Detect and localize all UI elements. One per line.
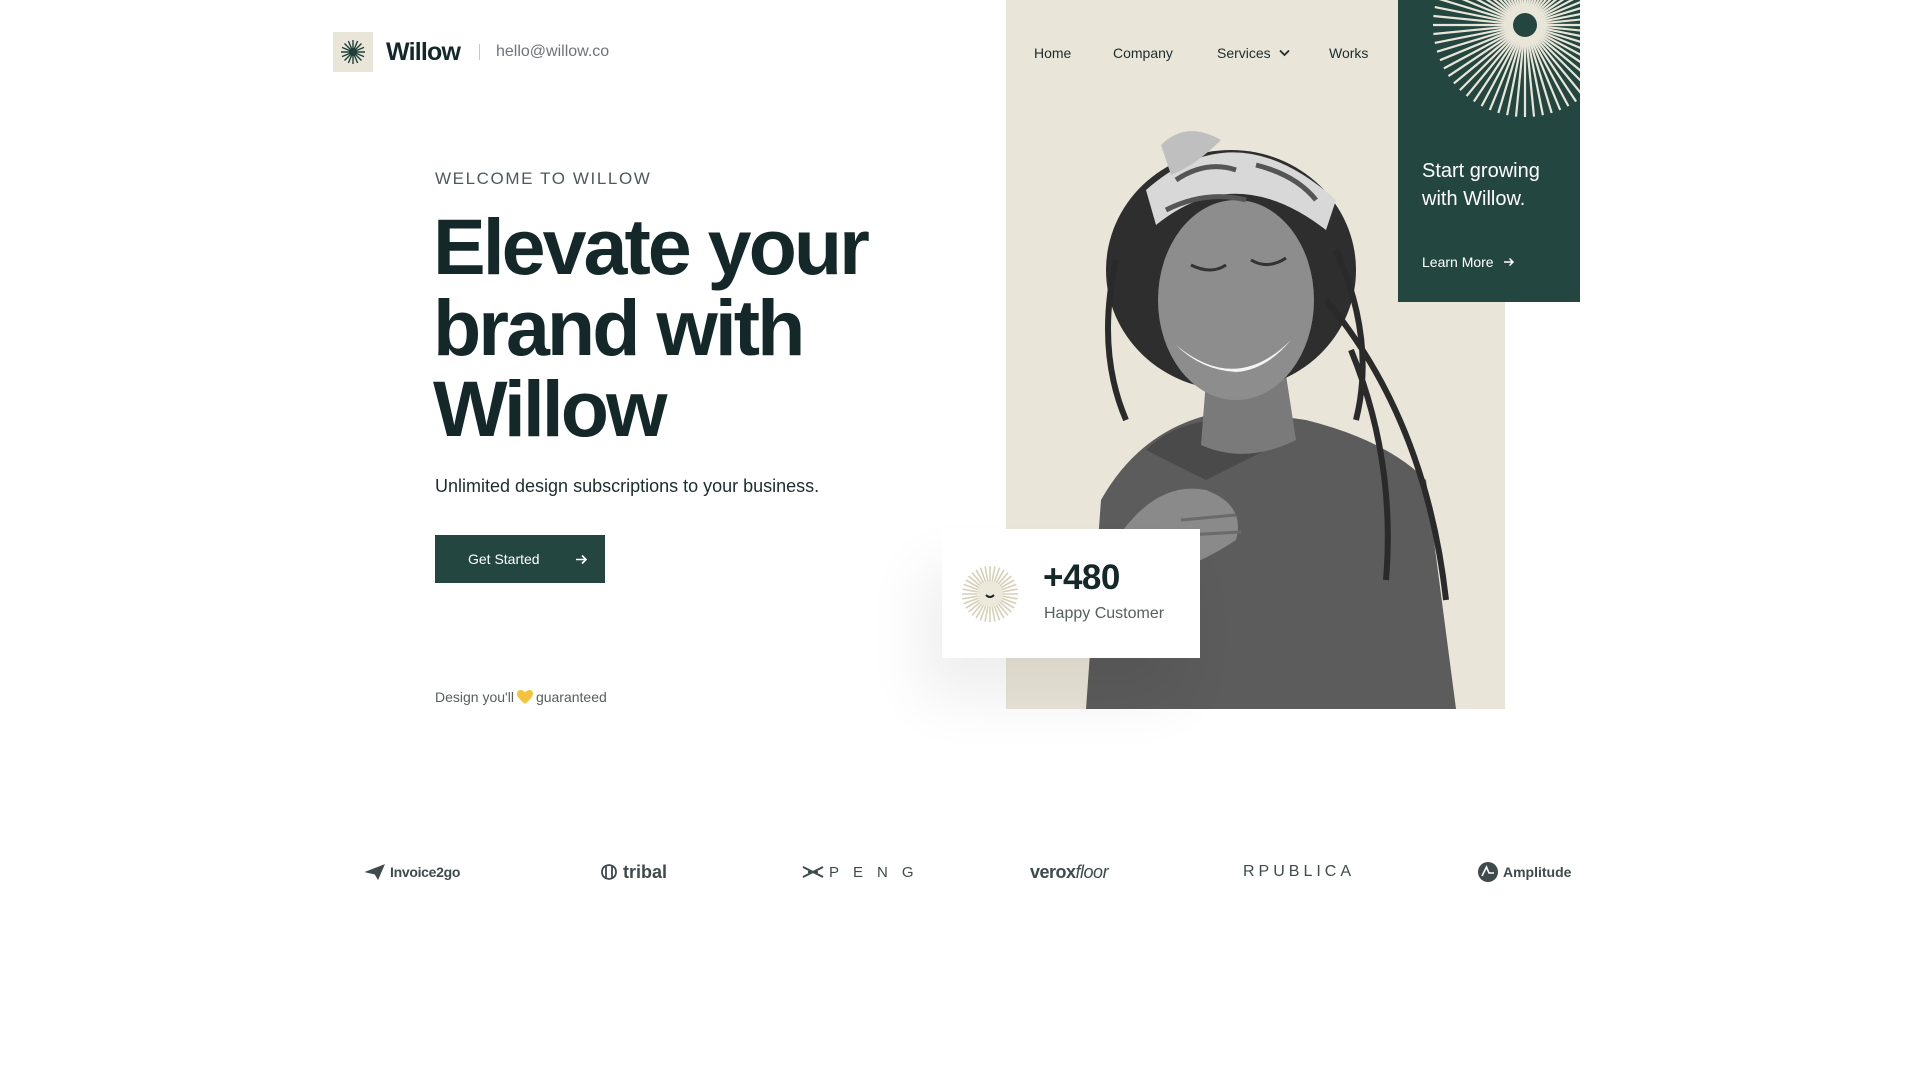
nav-company[interactable]: Company <box>1113 45 1173 61</box>
paper-plane-icon <box>365 864 385 880</box>
nav-home[interactable]: Home <box>1034 45 1071 61</box>
guarantee-text-end: guaranteed <box>535 689 607 705</box>
learn-more-label: Learn More <box>1422 254 1494 270</box>
chevron-down-icon <box>1279 49 1290 57</box>
promo-title: Start growing with Willow. <box>1422 160 1540 210</box>
promo-card: Start growing with Willow. Learn More <box>1398 0 1580 302</box>
nav-services[interactable]: Services <box>1217 45 1290 61</box>
logo-rpublica: RPUBLICA <box>1243 860 1355 884</box>
happy-customer-card: +480 Happy Customer <box>942 529 1200 658</box>
hero-headline: Elevate your brand with Willow <box>433 202 870 453</box>
stat-value: +480 <box>1043 558 1120 597</box>
peng-icon <box>802 866 824 878</box>
hero-eyebrow: WELCOME TO WILLOW <box>435 169 652 188</box>
learn-more-link[interactable]: Learn More <box>1422 254 1515 270</box>
sunburst-icon <box>341 40 365 64</box>
stat-label: Happy Customer <box>1044 605 1165 622</box>
logo-amplitude-text: Amplitude <box>1503 864 1572 880</box>
heart-icon <box>516 690 533 704</box>
logo-tribal: tribal <box>600 860 667 884</box>
logo-peng-text: PENG <box>829 863 928 881</box>
sunburst-icon <box>1433 0 1580 117</box>
nav-services-label: Services <box>1217 45 1271 61</box>
arrow-right-icon <box>576 554 588 564</box>
guarantee-note: Design you'll guaranteed <box>435 689 607 705</box>
logo-tribal-text: tribal <box>623 861 668 882</box>
brand-name[interactable]: Willow <box>386 38 461 67</box>
logo-floor-text: floor <box>1075 861 1109 882</box>
guarantee-text-start: Design you'll <box>435 689 514 705</box>
hero-subtext: Unlimited design subscriptions to your b… <box>435 476 820 496</box>
logo-rpublica-text: RPUBLICA <box>1243 863 1356 880</box>
get-started-label: Get Started <box>468 551 540 567</box>
smile-sun-icon <box>962 566 1018 622</box>
logo-mark[interactable] <box>333 32 373 72</box>
get-started-button[interactable]: Get Started <box>435 535 605 583</box>
tribal-icon <box>601 864 617 880</box>
logo-amplitude: Amplitude <box>1478 860 1571 884</box>
logo-invoice2go-text: Invoice2go <box>390 864 461 880</box>
logo-peng: PENG <box>802 860 928 884</box>
logo-verox-text: verox <box>1030 861 1076 882</box>
nav-works[interactable]: Works <box>1329 45 1368 61</box>
header-divider <box>479 44 480 60</box>
contact-email[interactable]: hello@willow.co <box>496 43 609 61</box>
arrow-right-icon <box>1503 257 1514 267</box>
amplitude-icon <box>1478 862 1498 882</box>
logo-veroxfloor: verox floor <box>1030 860 1109 884</box>
logo-invoice2go: Invoice2go <box>365 860 460 884</box>
